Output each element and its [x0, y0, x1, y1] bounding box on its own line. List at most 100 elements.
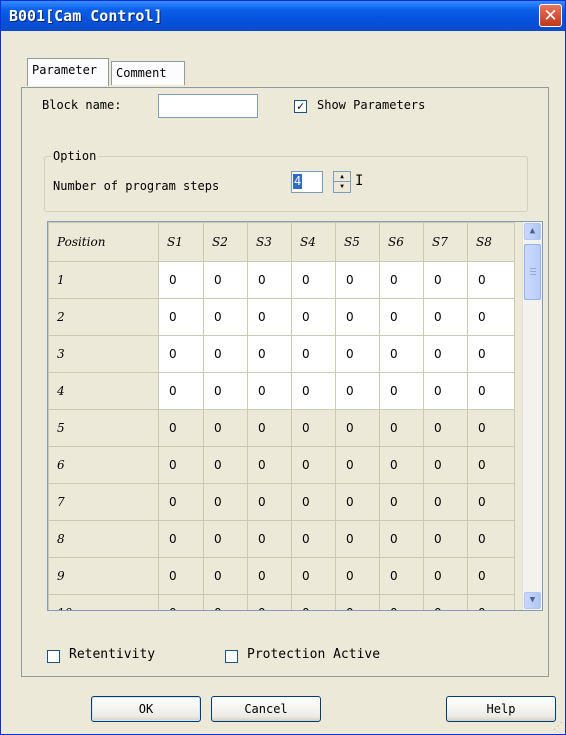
scroll-down-icon[interactable]: ▼	[524, 592, 541, 609]
cancel-button[interactable]: Cancel	[211, 696, 321, 722]
vertical-scrollbar[interactable]: ▲ ▼	[522, 222, 542, 610]
cam-cell[interactable]: 0	[335, 483, 380, 521]
cam-cell[interactable]: 0	[423, 409, 468, 447]
cam-cell[interactable]: 0	[467, 372, 515, 410]
cam-cell[interactable]: 0	[467, 483, 515, 521]
cam-cell[interactable]: 0	[335, 594, 380, 610]
ok-button[interactable]: OK	[91, 696, 201, 722]
cam-cell[interactable]: 0	[423, 520, 468, 558]
cam-cell[interactable]: 0	[291, 520, 336, 558]
cam-cell[interactable]: 0	[423, 557, 468, 595]
cam-cell[interactable]: 0	[291, 298, 336, 336]
retentivity-checkbox[interactable]	[47, 650, 60, 663]
cam-cell[interactable]: 0	[335, 372, 380, 410]
resize-grip-icon[interactable]: ⋰	[553, 722, 563, 732]
cam-cell[interactable]: 0	[291, 557, 336, 595]
cam-cell[interactable]: 0	[335, 446, 380, 484]
cam-cell[interactable]: 0	[335, 409, 380, 447]
cam-cell[interactable]: 0	[291, 483, 336, 521]
cam-cell[interactable]: 0	[423, 594, 468, 610]
cam-cell[interactable]: 0	[467, 446, 515, 484]
cam-cell[interactable]: 0	[423, 372, 468, 410]
cam-cell[interactable]: 0	[379, 446, 424, 484]
cam-cell[interactable]: 0	[467, 409, 515, 447]
spin-down-icon[interactable]: ▼	[334, 182, 350, 192]
cam-cell[interactable]: 0	[467, 298, 515, 336]
cam-cell[interactable]: 0	[423, 298, 468, 336]
cam-cell[interactable]: 0	[467, 520, 515, 558]
cam-cell[interactable]: 0	[158, 298, 204, 336]
cam-cell[interactable]: 0	[247, 335, 292, 373]
cam-cell[interactable]: 0	[203, 409, 248, 447]
cam-cell[interactable]: 0	[379, 409, 424, 447]
cam-cell[interactable]: 0	[291, 261, 336, 299]
cam-cell[interactable]: 0	[291, 372, 336, 410]
cam-cell[interactable]: 0	[423, 335, 468, 373]
cam-cell[interactable]: 0	[379, 557, 424, 595]
cam-cell[interactable]: 0	[203, 446, 248, 484]
cam-cell[interactable]: 0	[203, 557, 248, 595]
cam-cell[interactable]: 0	[203, 483, 248, 521]
cam-cell[interactable]: 0	[247, 483, 292, 521]
cam-cell[interactable]: 0	[291, 594, 336, 610]
cam-cell[interactable]: 0	[247, 594, 292, 610]
cam-cell[interactable]: 0	[158, 409, 204, 447]
show-parameters-checkbox[interactable]: ✓	[294, 100, 307, 113]
cam-cell[interactable]: 0	[467, 335, 515, 373]
cam-cell[interactable]: 0	[247, 261, 292, 299]
program-steps-input[interactable]: 4	[291, 171, 323, 193]
cam-cell[interactable]: 0	[247, 446, 292, 484]
cam-cell[interactable]: 0	[379, 594, 424, 610]
cam-cell[interactable]: 0	[467, 261, 515, 299]
cam-cell[interactable]: 0	[158, 446, 204, 484]
cam-cell[interactable]: 0	[335, 557, 380, 595]
cam-cell[interactable]: 0	[423, 483, 468, 521]
block-name-input[interactable]	[158, 94, 258, 118]
cam-cell[interactable]: 0	[291, 409, 336, 447]
cam-cell[interactable]: 0	[247, 520, 292, 558]
cam-cell[interactable]: 0	[203, 594, 248, 610]
cam-cell[interactable]: 0	[379, 298, 424, 336]
cam-cell[interactable]: 0	[158, 483, 204, 521]
spin-up-icon[interactable]: ▲	[334, 172, 350, 182]
cam-cell[interactable]: 0	[158, 594, 204, 610]
cam-cell[interactable]: 0	[379, 520, 424, 558]
cam-cell[interactable]: 0	[467, 557, 515, 595]
cam-cell[interactable]: 0	[335, 261, 380, 299]
cam-cell[interactable]: 0	[335, 298, 380, 336]
scroll-up-icon[interactable]: ▲	[524, 223, 541, 240]
cam-cell[interactable]: 0	[247, 409, 292, 447]
cam-cell[interactable]: 0	[291, 335, 336, 373]
cam-cell[interactable]: 0	[203, 520, 248, 558]
tab-parameter[interactable]: Parameter	[27, 58, 109, 86]
cam-cell[interactable]: 0	[467, 594, 515, 610]
cam-cell[interactable]: 0	[203, 372, 248, 410]
cam-cell[interactable]: 0	[379, 483, 424, 521]
cam-cell[interactable]: 0	[291, 446, 336, 484]
help-button[interactable]: Help	[446, 696, 556, 722]
cam-cell[interactable]: 0	[158, 261, 204, 299]
cam-cell[interactable]: 0	[247, 557, 292, 595]
protection-active-checkbox[interactable]	[225, 650, 238, 663]
cam-cell[interactable]: 0	[203, 335, 248, 373]
cam-cell[interactable]: 0	[335, 520, 380, 558]
close-icon[interactable]: ✕	[539, 4, 562, 27]
cam-cell[interactable]: 0	[158, 372, 204, 410]
cam-cell[interactable]: 0	[379, 372, 424, 410]
program-steps-spinner[interactable]: ▲ ▼	[333, 171, 351, 193]
scroll-thumb[interactable]	[524, 244, 541, 300]
cam-cell[interactable]: 0	[158, 335, 204, 373]
cam-cell[interactable]: 0	[335, 335, 380, 373]
cam-cell[interactable]: 0	[423, 446, 468, 484]
cam-cell[interactable]: 0	[203, 298, 248, 336]
cam-cell[interactable]: 0	[158, 557, 204, 595]
title-bar[interactable]: B001[Cam Control] ✕	[1, 1, 565, 31]
cam-cell[interactable]: 0	[379, 335, 424, 373]
cam-cell[interactable]: 0	[247, 372, 292, 410]
cam-cell[interactable]: 0	[158, 520, 204, 558]
cam-cell[interactable]: 0	[379, 261, 424, 299]
tab-comment[interactable]: Comment	[111, 61, 185, 85]
cam-cell[interactable]: 0	[203, 261, 248, 299]
cam-cell[interactable]: 0	[423, 261, 468, 299]
cam-cell[interactable]: 0	[247, 298, 292, 336]
